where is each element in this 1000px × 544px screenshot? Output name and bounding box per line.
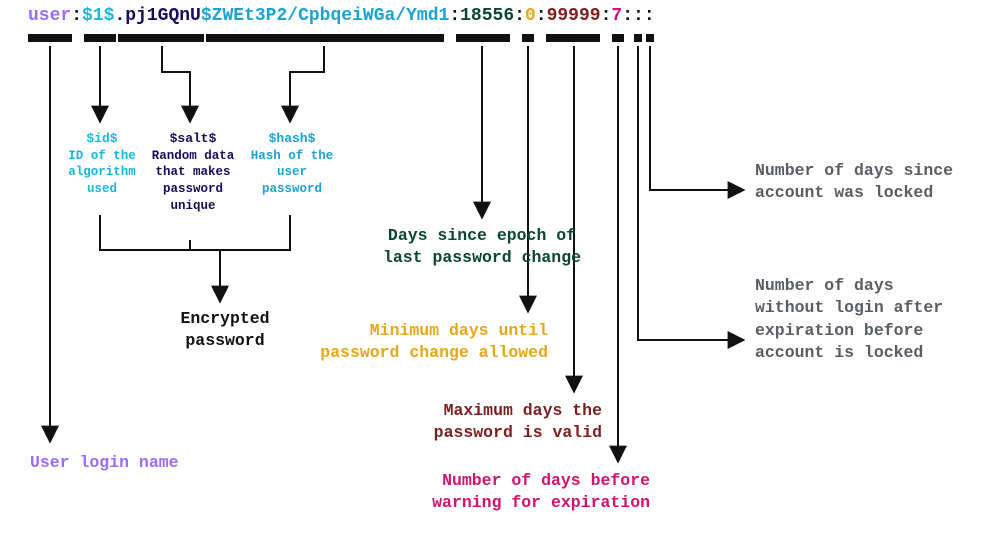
label-warn: Number of days before warning for expira…: [400, 470, 650, 515]
separator: :: [71, 6, 82, 26]
sublabel-salt-title: $salt$: [146, 130, 240, 148]
sublabel-id-title: $id$: [60, 130, 144, 148]
sublabel-salt-desc: Random data that makes password unique: [152, 149, 235, 214]
bar-warn: [612, 34, 624, 42]
field-lastchange: 18556: [460, 6, 514, 26]
separator: :: [536, 6, 547, 26]
bar-since: [646, 34, 654, 42]
bar-hash: [206, 34, 444, 42]
separator: :: [514, 6, 525, 26]
field-hash: $ZWEt3P2/CpbqeiWGa/Ymd1: [201, 6, 449, 26]
sublabel-hash-desc: Hash of the user password: [251, 149, 334, 197]
separator: :: [601, 6, 612, 26]
field-user: user: [28, 6, 71, 26]
label-user: User login name: [30, 452, 230, 474]
bar-user: [28, 34, 72, 42]
field-max: 99999: [547, 6, 601, 26]
bar-salt: [118, 34, 204, 42]
bar-id: [84, 34, 116, 42]
label-max: Maximum days the password is valid: [380, 400, 602, 445]
label-since: Number of days since account was locked: [755, 160, 955, 205]
label-idle: Number of days without login after expir…: [755, 275, 965, 364]
sublabel-id: $id$ ID of the algorithm used: [60, 130, 144, 198]
bar-max: [546, 34, 600, 42]
sublabel-id-desc: ID of the algorithm used: [68, 149, 136, 197]
label-min: Minimum days until password change allow…: [308, 320, 548, 365]
sublabel-hash-title: $hash$: [250, 130, 334, 148]
sublabel-hash: $hash$ Hash of the user password: [250, 130, 334, 198]
bar-min: [522, 34, 534, 42]
separator: :: [644, 6, 655, 26]
label-days: Days since epoch of last password change: [378, 225, 586, 270]
separator: :: [449, 6, 460, 26]
field-warn: 7: [611, 6, 622, 26]
sublabel-salt: $salt$ Random data that makes password u…: [146, 130, 240, 215]
bar-idle: [634, 34, 642, 42]
separator: :: [633, 6, 644, 26]
bar-days: [456, 34, 510, 42]
label-encrypted: Encrypted password: [150, 308, 300, 353]
field-id: $1$: [82, 6, 114, 26]
shadow-entry-line: user:$1$.pj1GQnU$ZWEt3P2/CpbqeiWGa/Ymd1:…: [28, 6, 655, 26]
field-min: 0: [525, 6, 536, 26]
separator: :: [622, 6, 633, 26]
field-salt: .pj1GQnU: [114, 6, 200, 26]
